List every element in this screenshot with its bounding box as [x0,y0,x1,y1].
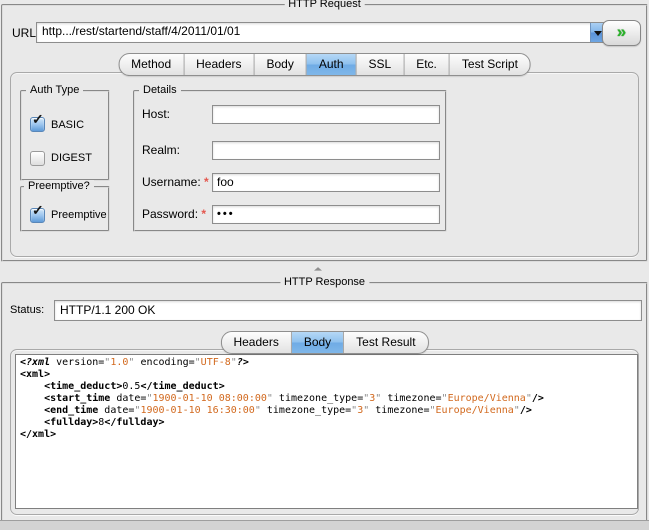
request-tab-headers[interactable]: Headers [183,54,253,75]
request-tab-auth[interactable]: Auth [306,54,356,75]
digest-option-row: DIGEST [30,151,106,166]
chevron-down-icon [594,31,602,40]
xml-line: <?xml version="1.0" encoding="UTF-8"?> [20,357,637,369]
xml-line: <xml> [20,369,637,381]
auth-type-group-title: Auth Type [26,84,83,96]
basic-option-row: ✓ BASIC [30,117,106,132]
xml-line: <end_time date="1900-01-10 16:30:00" tim… [20,405,637,417]
status-value: HTTP/1.1 200 OK [60,303,155,317]
status-input[interactable]: HTTP/1.1 200 OK [54,300,642,321]
request-tab-body[interactable]: Body [253,54,305,75]
username-label: Username: * [142,175,209,189]
response-body-editor[interactable]: <?xml version="1.0" encoding="UTF-8"?><x… [15,354,638,509]
password-input[interactable]: ••• [212,205,440,224]
realm-input[interactable] [212,141,440,160]
preemptive-group: Preemptive? ✓Preemptive [20,186,110,232]
digest-checkbox[interactable] [30,151,45,166]
response-tab-headers[interactable]: Headers [221,332,290,353]
details-group: Details Host:Realm:Username: *fooPasswor… [133,90,447,232]
request-tab-method[interactable]: Method [119,54,183,75]
required-asterisk: * [198,207,206,221]
http-request-title: HTTP Request [284,0,365,10]
response-tab-bar: HeadersBodyTest Result [220,331,428,354]
divider-arrow-icon [314,264,322,270]
split-pane-divider[interactable] [312,263,324,270]
host-label: Host: [142,107,170,121]
request-tab-test-script[interactable]: Test Script [449,54,530,75]
request-tab-etc[interactable]: Etc. [403,54,449,75]
realm-label: Realm: [142,143,180,157]
send-request-button[interactable]: » [602,20,641,46]
response-tab-body[interactable]: Body [291,332,343,353]
host-input[interactable] [212,105,440,124]
xml-line: </xml> [20,429,637,441]
required-asterisk: * [201,175,209,189]
username-input[interactable]: foo [212,173,440,192]
preemptive-checkbox[interactable]: ✓ [30,208,45,223]
xml-line: <start_time date="1900-01-10 08:00:00" t… [20,393,637,405]
status-label: Status: [10,304,44,316]
xml-line: <time_deduct>0.5</time_deduct> [20,381,637,393]
request-tab-ssl[interactable]: SSL [356,54,404,75]
checkmark-icon: ✓ [32,202,44,219]
preemptive-option-row: ✓ Preemptive [30,208,106,223]
password-label: Password: * [142,207,206,221]
request-tab-bar: MethodHeadersBodyAuthSSLEtc.Test Script [118,53,531,76]
preemptive-group-title: Preemptive? [24,180,94,192]
basic-checkbox-label: BASIC [51,119,84,131]
http-response-title: HTTP Response [280,276,369,288]
digest-checkbox-label: DIGEST [51,152,92,164]
checkmark-icon: ✓ [32,111,44,128]
xml-line: <fullday>8</fullday> [20,417,637,429]
basic-checkbox[interactable]: ✓ [30,117,45,132]
details-group-title: Details [139,84,181,96]
double-arrow-icon: » [617,22,626,41]
response-tab-test-result[interactable]: Test Result [343,332,427,353]
url-value: http.../rest/startend/staff/4/2011/01/01 [42,24,240,38]
auth-type-group: Auth Type ✓BASICDIGEST [20,90,110,181]
url-input[interactable]: http.../rest/startend/staff/4/2011/01/01 [36,22,606,43]
preemptive-checkbox-label: Preemptive [51,209,107,221]
